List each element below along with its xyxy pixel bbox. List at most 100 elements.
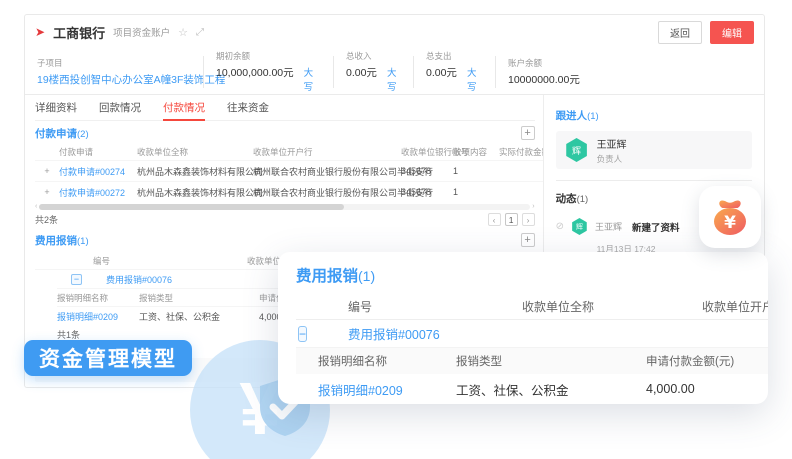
uppercase-link[interactable]: 大写 bbox=[387, 65, 401, 93]
row-expander[interactable]: + bbox=[35, 166, 59, 176]
amount-cell: 4,000.00 bbox=[646, 382, 768, 396]
timeline-icon: ⊘ bbox=[556, 221, 564, 232]
col-header: 收款单位开户行 bbox=[253, 146, 401, 158]
account-cell: 345678 bbox=[401, 187, 453, 197]
field-label: 总支出 bbox=[426, 50, 483, 62]
uppercase-link[interactable]: 大写 bbox=[304, 65, 321, 93]
col-header: 收款单位全称 bbox=[137, 146, 253, 158]
row-expander[interactable]: + bbox=[35, 187, 59, 197]
payment-row: + 付款申请#00272 杭州品木森鑫装饰材料有限公司 杭州联合农村商业银行股份… bbox=[35, 181, 543, 202]
pager-next[interactable]: › bbox=[522, 213, 535, 226]
collapse-expander[interactable]: − bbox=[71, 274, 82, 285]
expense-link[interactable]: 费用报销#00076 bbox=[332, 324, 522, 343]
col-header: 付款申请 bbox=[59, 146, 137, 158]
payment-section-title: 付款申请(2) bbox=[35, 126, 89, 141]
popup-table: 编号 收款单位全称 收款单位开户行 − 费用报销#00076 报销明细名称 报销… bbox=[296, 294, 768, 404]
col-header: 编号 bbox=[332, 298, 522, 315]
field-total-expense: 总支出 0.00元 大写 bbox=[413, 56, 495, 88]
tab-collections[interactable]: 回款情况 bbox=[99, 95, 141, 121]
field-label: 期初余额 bbox=[216, 50, 321, 62]
payment-table-header: 付款申请 收款单位全称 收款单位开户行 收款单位银行帐号 款项内容 实际付款金额… bbox=[35, 143, 543, 160]
pager-prev[interactable]: ‹ bbox=[488, 213, 501, 226]
detail-link[interactable]: 报销明细#0209 bbox=[57, 310, 139, 323]
col-header: 收款单位银行帐号 bbox=[401, 146, 453, 158]
tab-details[interactable]: 详细资料 bbox=[35, 95, 77, 121]
follower-role: 负责人 bbox=[597, 153, 627, 165]
content-cell: 1 bbox=[453, 166, 499, 176]
pager-page-1[interactable]: 1 bbox=[505, 213, 518, 226]
expand-icon[interactable]: ⤢ bbox=[196, 27, 204, 38]
col-header: 实际付款金额 (元) bbox=[499, 146, 543, 158]
payment-row: + 付款申请#00274 杭州品木森鑫装饰材料有限公司 杭州联合农村商业银行股份… bbox=[35, 160, 543, 181]
payment-totals: 共2条 ‹ 1 › bbox=[35, 212, 535, 226]
field-opening-balance: 期初余额 10,000,000.00元 大写 bbox=[203, 56, 333, 88]
summary-strip: 子项目 19楼西投创智中心办公室A幢3F装饰工程 期初余额 10,000,000… bbox=[25, 49, 764, 95]
type-cell: 工资、社保、公积金 bbox=[456, 380, 646, 399]
scroll-right-icon[interactable]: › bbox=[532, 203, 534, 211]
total-expense-value: 0.00元 bbox=[426, 65, 457, 80]
field-label: 总收入 bbox=[346, 50, 401, 62]
field-sub-project: 子项目 19楼西投创智中心办公室A幢3F装饰工程 bbox=[25, 56, 203, 88]
popup-expense-row: − 费用报销#00076 bbox=[296, 320, 768, 348]
bank-cell: 杭州联合农村商业银行股份有限公司半山支行 bbox=[253, 186, 401, 199]
page-canvas: ➤ 工商银行 项目资金账户 ☆ ⤢ 返回 编辑 子项目 19楼西投创智中心办公室… bbox=[0, 0, 792, 459]
expense-zoom-popup: 费用报销(1) 编号 收款单位全称 收款单位开户行 − 费用报销#00076 报… bbox=[278, 252, 768, 404]
col-header: 编号 bbox=[61, 255, 247, 267]
col-header: 款项内容 bbox=[453, 146, 499, 158]
opening-balance-value: 10,000,000.00元 bbox=[216, 65, 294, 80]
account-cell: 345678 bbox=[401, 166, 453, 176]
horizontal-scrollbar: ‹ › bbox=[35, 203, 535, 211]
payment-link[interactable]: 付款申请#00272 bbox=[59, 186, 137, 199]
activity-action: 新建了资料 bbox=[632, 220, 680, 234]
uppercase-link[interactable]: 大写 bbox=[467, 65, 483, 93]
page-subtitle: 项目资金账户 bbox=[113, 25, 170, 39]
app-logo-icon: ➤ bbox=[35, 25, 45, 39]
col-header: 收款单位全称 bbox=[522, 298, 702, 315]
avatar: 辉 bbox=[571, 218, 588, 235]
field-label: 子项目 bbox=[37, 57, 191, 69]
follower-card[interactable]: 辉 王亚辉 负责人 bbox=[556, 131, 752, 169]
collapse-expander[interactable]: − bbox=[298, 326, 307, 342]
total-count: 共2条 bbox=[35, 213, 58, 226]
popup-subtable-row: 报销明细#0209 工资、社保、公积金 4,000.00 bbox=[296, 374, 768, 404]
tab-current-funds[interactable]: 往来资金 bbox=[227, 95, 269, 121]
expense-section-header: 费用报销(1) + bbox=[35, 228, 535, 252]
payee-cell: 杭州品木森鑫装饰材料有限公司 bbox=[137, 186, 253, 199]
money-bag-card: ¥ bbox=[699, 186, 761, 248]
payment-link[interactable]: 付款申请#00274 bbox=[59, 165, 137, 178]
star-icon[interactable]: ☆ bbox=[178, 26, 188, 39]
popup-table-header: 编号 收款单位全称 收款单位开户行 bbox=[296, 294, 768, 320]
content-cell: 1 bbox=[453, 187, 499, 197]
edit-button[interactable]: 编辑 bbox=[710, 21, 754, 44]
detail-link[interactable]: 报销明细#0209 bbox=[296, 380, 456, 399]
sub-project-link[interactable]: 19楼西投创智中心办公室A幢3F装饰工程 bbox=[37, 72, 225, 87]
activity-user: 王亚辉 bbox=[595, 220, 622, 233]
svg-text:¥: ¥ bbox=[724, 213, 736, 233]
add-expense-button[interactable]: + bbox=[521, 233, 535, 247]
detail-tabs: 详细资料 回款情况 付款情况 往来资金 bbox=[35, 95, 535, 121]
col-header: 收款单位开户行 bbox=[702, 298, 768, 315]
followers-title: 跟进人(1) bbox=[556, 108, 752, 123]
add-payment-button[interactable]: + bbox=[521, 126, 535, 140]
type-cell: 工资、社保、公积金 bbox=[139, 310, 259, 323]
avatar: 辉 bbox=[565, 138, 589, 162]
expense-link[interactable]: 费用报销#00076 bbox=[106, 273, 172, 286]
card-header: ➤ 工商银行 项目资金账户 ☆ ⤢ 返回 编辑 bbox=[25, 15, 764, 49]
field-total-income: 总收入 0.00元 大写 bbox=[333, 56, 413, 88]
money-bag-icon: ¥ bbox=[708, 195, 752, 239]
payee-cell: 杭州品木森鑫装饰材料有限公司 bbox=[137, 165, 253, 178]
popup-title: 费用报销(1) bbox=[296, 264, 750, 288]
sidebar-divider bbox=[556, 180, 752, 181]
payment-table: 付款申请 收款单位全称 收款单位开户行 收款单位银行帐号 款项内容 实际付款金额… bbox=[35, 143, 543, 202]
back-button[interactable]: 返回 bbox=[658, 21, 702, 44]
scrollbar-thumb[interactable] bbox=[39, 204, 343, 210]
follower-name: 王亚辉 bbox=[597, 136, 627, 151]
total-income-value: 0.00元 bbox=[346, 65, 377, 80]
bank-cell: 杭州联合农村商业银行股份有限公司半山支行 bbox=[253, 165, 401, 178]
tab-payments[interactable]: 付款情况 bbox=[163, 95, 205, 121]
scroll-left-icon[interactable]: ‹ bbox=[35, 203, 37, 211]
page-title: 工商银行 bbox=[53, 23, 105, 42]
expense-section-title: 费用报销(1) bbox=[35, 233, 89, 248]
payment-section-header: 付款申请(2) + bbox=[35, 123, 535, 143]
account-balance-value: 10000000.00元 bbox=[508, 72, 580, 87]
